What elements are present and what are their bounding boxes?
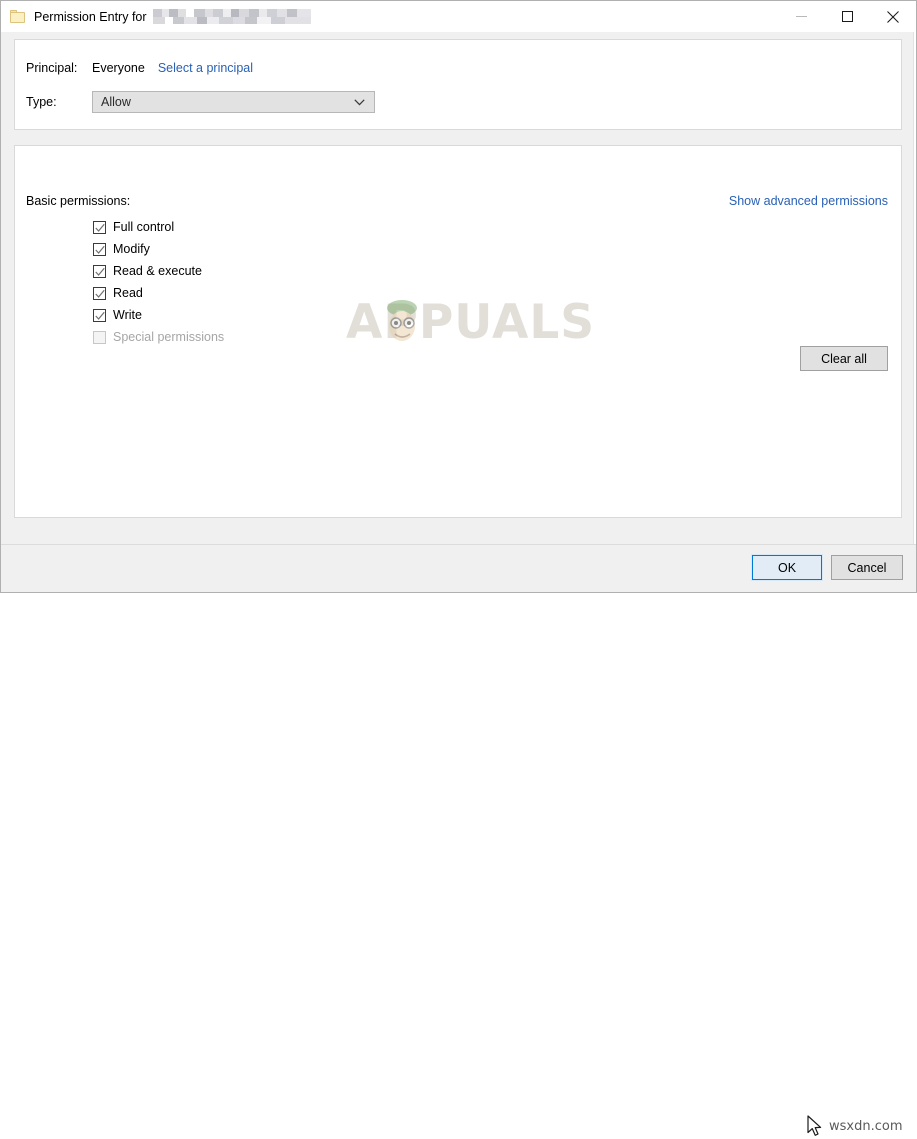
permission-row-write[interactable]: Write <box>93 304 224 326</box>
ok-button[interactable]: OK <box>751 554 823 581</box>
chevron-down-icon <box>354 92 365 112</box>
permission-label: Read <box>113 286 143 300</box>
permission-row-read-execute[interactable]: Read & execute <box>93 260 224 282</box>
permission-row-read[interactable]: Read <box>93 282 224 304</box>
permission-label: Full control <box>113 220 175 234</box>
checkbox-read-execute[interactable] <box>93 264 106 278</box>
minimize-icon <box>795 16 807 17</box>
principal-group: Principal: Everyone Select a principal T… <box>14 39 902 130</box>
minimize-button[interactable] <box>778 1 824 32</box>
footer-buttons: OK Cancel <box>751 554 903 581</box>
checkbox-read[interactable] <box>93 286 106 300</box>
check-icon <box>95 289 105 298</box>
permissions-list: Full control Modify Read & execute Read … <box>93 216 224 348</box>
window-title-prefix: Permission Entry for <box>34 10 147 24</box>
maximize-button[interactable] <box>824 1 870 32</box>
type-row: Type: Allow <box>26 91 375 113</box>
type-dropdown[interactable]: Allow <box>92 91 375 113</box>
checkbox-full-control[interactable] <box>93 220 106 234</box>
permission-label: Read & execute <box>113 264 202 278</box>
permission-label: Special permissions <box>113 330 225 344</box>
type-label: Type: <box>26 95 57 109</box>
select-a-principal-link[interactable]: Select a principal <box>158 61 253 75</box>
ok-label: OK <box>777 560 797 575</box>
scrollbar-track[interactable] <box>913 32 916 544</box>
folder-icon <box>10 10 25 23</box>
basic-permissions-group: Basic permissions: Show advanced permiss… <box>14 145 902 518</box>
check-icon <box>95 223 105 232</box>
cancel-label: Cancel <box>847 560 887 575</box>
close-button[interactable] <box>870 1 916 32</box>
dialog-footer: OK Cancel wsxdn.com <box>1 544 916 1136</box>
clear-all-button[interactable]: Clear all <box>800 346 888 371</box>
checkbox-write[interactable] <box>93 308 106 322</box>
permission-row-special-permissions: Special permissions <box>93 326 224 348</box>
window-controls <box>778 1 916 32</box>
title-bar: Permission Entry for <box>1 1 916 32</box>
window-title-redacted <box>152 9 311 24</box>
permission-row-full-control[interactable]: Full control <box>93 216 224 238</box>
dialog-content: Principal: Everyone Select a principal T… <box>1 32 916 544</box>
cancel-button[interactable]: Cancel <box>831 555 903 580</box>
close-icon <box>887 10 899 23</box>
title-bar-left: Permission Entry for <box>1 9 778 24</box>
checkbox-modify[interactable] <box>93 242 106 256</box>
principal-row: Principal: Everyone Select a principal <box>26 61 253 75</box>
window-title: Permission Entry for <box>34 9 311 24</box>
check-icon <box>95 267 105 276</box>
show-advanced-permissions-link[interactable]: Show advanced permissions <box>729 194 888 208</box>
checkbox-special-permissions <box>93 330 106 344</box>
check-icon <box>95 311 105 320</box>
type-dropdown-value: Allow <box>101 95 131 109</box>
permission-row-modify[interactable]: Modify <box>93 238 224 260</box>
clear-all-label: Clear all <box>821 351 867 366</box>
principal-label: Principal: <box>26 61 78 75</box>
permission-label: Write <box>113 308 142 322</box>
principal-value: Everyone <box>92 61 145 75</box>
permission-label: Modify <box>113 242 150 256</box>
permission-entry-window: Permission Entry for Principal: Everyone… <box>0 0 917 1136</box>
maximize-icon <box>841 11 853 22</box>
check-icon <box>95 245 105 254</box>
basic-permissions-heading: Basic permissions: <box>26 194 131 208</box>
mouse-cursor-icon <box>807 1115 822 1136</box>
wsxdn-watermark: wsxdn.com <box>829 1119 903 1134</box>
